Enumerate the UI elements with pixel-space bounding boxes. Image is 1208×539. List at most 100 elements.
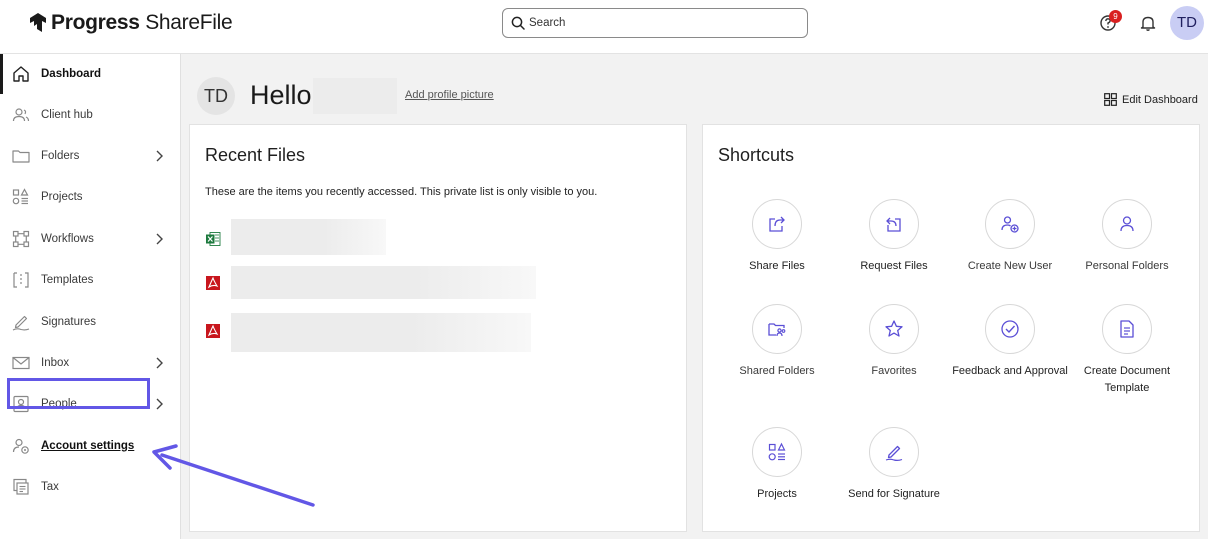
shortcut-label: Request Files (860, 260, 928, 272)
shortcut-label: Favorites (871, 365, 917, 377)
grid-icon (1104, 93, 1117, 106)
request-files-icon (886, 217, 901, 232)
mail-icon (12, 356, 30, 370)
chevron-right-icon[interactable] (154, 233, 164, 245)
shortcut-personal-folders[interactable]: Personal Folders (1067, 199, 1187, 275)
check-circle-icon (1001, 320, 1019, 338)
sidebar-item-dashboard[interactable]: Dashboard (0, 54, 181, 94)
excel-icon (206, 232, 221, 246)
recent-files-card: Recent Files These are the items you rec… (189, 124, 687, 532)
shortcut-share-files[interactable]: Share Files (717, 199, 837, 275)
create-user-icon (1001, 216, 1019, 233)
shortcut-circle (752, 199, 802, 249)
redacted-file-name (231, 266, 536, 299)
account-settings-icon (12, 438, 29, 454)
sidebar-item-client-hub[interactable]: Client hub (0, 95, 181, 135)
shortcut-request-files[interactable]: Request Files (834, 199, 954, 275)
account-settings-highlight-box (7, 378, 150, 409)
shortcut-send-for-signature[interactable]: Send for Signature (834, 427, 954, 503)
bell-icon[interactable] (1139, 14, 1157, 32)
recent-files-title: Recent Files (205, 145, 306, 165)
folder-icon (12, 150, 30, 163)
top-header: Progress ShareFile 9 TD (0, 0, 1208, 54)
tax-icon (13, 478, 29, 495)
shortcut-label: Shared Folders (739, 365, 815, 377)
shortcut-circle (869, 427, 919, 477)
sidebar-item-label: Inbox (41, 357, 70, 369)
shortcut-label: Create Document Template (1083, 365, 1171, 394)
add-profile-picture-link[interactable]: Add profile picture (405, 89, 494, 101)
shortcut-label: Send for Signature (848, 488, 940, 500)
sidebar-item-label: Dashboard (41, 68, 102, 80)
shortcut-circle (1102, 304, 1152, 354)
user-avatar[interactable]: TD (1170, 6, 1204, 40)
shortcut-circle (869, 304, 919, 354)
pdf-icon (206, 276, 220, 290)
edit-dashboard-button[interactable]: Edit Dashboard (1104, 93, 1198, 106)
share-files-icon (769, 216, 785, 232)
shortcut-feedback-and-approval[interactable]: Feedback and Approval (950, 304, 1070, 380)
templates-icon (13, 272, 29, 288)
workflows-icon (12, 230, 30, 248)
shortcuts-title: Shortcuts (718, 145, 795, 165)
shortcut-label: Share Files (749, 260, 805, 272)
redacted-file-name (231, 313, 531, 352)
progress-sharefile-logo[interactable]: Progress ShareFile (28, 10, 233, 36)
shortcut-label: Create New User (967, 260, 1053, 272)
shortcut-favorites[interactable]: Favorites (834, 304, 954, 380)
pen-icon (12, 315, 30, 331)
redacted-user-name (313, 78, 397, 114)
shortcut-circle (752, 427, 802, 477)
search-box[interactable] (502, 8, 808, 38)
projects-icon (768, 442, 786, 461)
sidebar-item-account-settings[interactable]: Account settings (0, 426, 181, 466)
chevron-right-icon[interactable] (154, 150, 164, 162)
search-icon (511, 16, 525, 30)
client-hub-icon (12, 108, 30, 122)
sidebar-item-inbox[interactable]: Inbox (0, 343, 181, 383)
profile-avatar[interactable]: TD (197, 77, 235, 115)
sidebar-item-templates[interactable]: Templates (0, 260, 181, 300)
sidebar-item-projects[interactable]: Projects (0, 177, 181, 217)
sidebar-item-label: Projects (41, 191, 83, 203)
help-badge: 9 (1109, 10, 1122, 23)
pen-icon (885, 445, 903, 461)
sidebar-item-folders[interactable]: Folders (0, 136, 181, 176)
sidebar-item-tax[interactable]: Tax (0, 467, 181, 507)
home-icon (13, 66, 29, 82)
recent-files-description: These are the items you recently accesse… (205, 186, 598, 198)
shortcut-projects[interactable]: Projects (717, 427, 837, 503)
progress-logo-icon (30, 13, 46, 32)
chevron-right-icon[interactable] (154, 357, 164, 369)
chevron-right-icon[interactable] (154, 398, 164, 410)
shortcut-circle (1102, 199, 1152, 249)
pdf-icon (206, 324, 220, 338)
shortcut-label: Feedback and Approval (952, 365, 1068, 377)
shortcut-shared-folders[interactable]: Shared Folders (717, 304, 837, 380)
sidebar-item-label: Templates (41, 274, 94, 286)
document-icon (1120, 320, 1134, 338)
sidebar-item-label: Account settings (41, 440, 135, 452)
shortcut-create-new-user[interactable]: Create New User (950, 199, 1070, 275)
shortcut-circle (985, 199, 1035, 249)
greeting-text: Hello (250, 80, 312, 110)
shortcut-label: Personal Folders (1085, 260, 1169, 272)
shared-folders-icon (768, 323, 786, 337)
shortcut-label: Projects (757, 488, 797, 500)
shortcuts-card: Shortcuts Share Files Request Files Crea… (702, 124, 1200, 532)
sidebar-item-label: Folders (41, 150, 80, 162)
search-input[interactable] (529, 17, 779, 29)
star-icon (885, 320, 903, 337)
personal-folders-icon (1120, 216, 1134, 232)
edit-dashboard-label: Edit Dashboard (1122, 93, 1198, 106)
sidebar: Dashboard Client hub Folders Projects Wo… (0, 54, 181, 539)
sidebar-item-workflows[interactable]: Workflows (0, 219, 181, 259)
shortcut-create-document-template[interactable]: Create Document Template (1067, 304, 1187, 397)
projects-icon (12, 188, 29, 205)
sidebar-item-label: Workflows (41, 233, 94, 245)
shortcut-circle (985, 304, 1035, 354)
logo-text: Progress ShareFile (51, 11, 233, 34)
sidebar-item-signatures[interactable]: Signatures (0, 302, 181, 342)
shortcut-circle (752, 304, 802, 354)
shortcut-circle (869, 199, 919, 249)
